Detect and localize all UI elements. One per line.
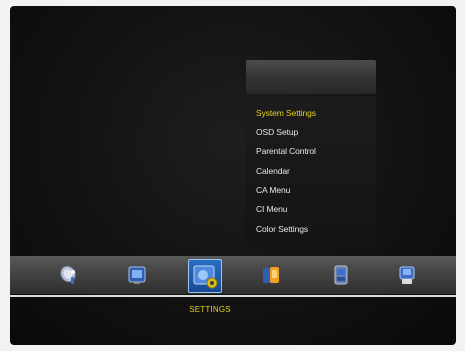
tv-channel-icon[interactable] (126, 264, 148, 286)
menu-item-parental-control[interactable]: Parental Control (256, 146, 316, 156)
selected-section-label: SETTINGS (189, 305, 231, 314)
settings-icon[interactable] (188, 259, 222, 293)
menu-item-calendar[interactable]: Calendar (256, 166, 290, 176)
menu-item-osd-setup[interactable]: OSD Setup (256, 127, 298, 137)
main-menu-dock (10, 256, 456, 294)
games-icon[interactable] (330, 264, 352, 286)
menu-item-ca-menu[interactable]: CA Menu (256, 185, 290, 195)
menu-item-system-settings[interactable]: System Settings (256, 108, 316, 118)
tools-icon[interactable] (396, 264, 418, 286)
satellite-dish-icon[interactable] (58, 264, 80, 286)
menu-header (246, 60, 376, 94)
media-player-icon[interactable] (260, 264, 282, 286)
tv-screen: System Settings OSD Setup Parental Contr… (10, 6, 456, 345)
settings-submenu: System Settings OSD Setup Parental Contr… (246, 96, 376, 246)
menu-item-ci-menu[interactable]: CI Menu (256, 204, 288, 214)
dock-divider (10, 295, 456, 297)
menu-item-color-settings[interactable]: Color Settings (256, 224, 308, 234)
